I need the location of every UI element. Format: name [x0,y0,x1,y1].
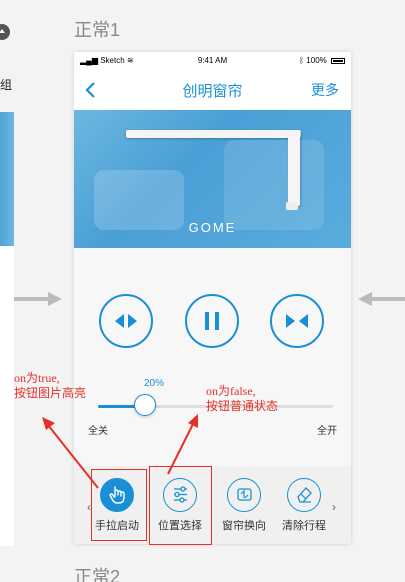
annotation-arrows-icon [42,414,198,489]
